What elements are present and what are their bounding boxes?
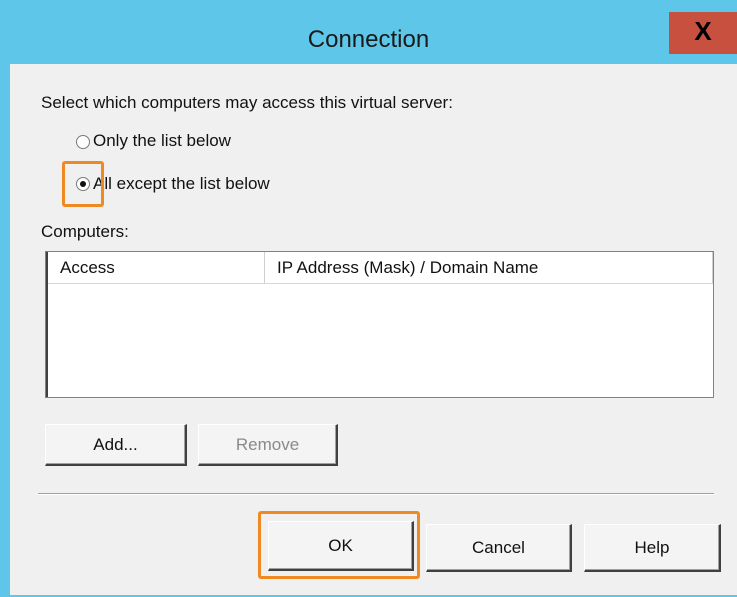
remove-button: Remove — [198, 424, 338, 466]
cancel-button[interactable]: Cancel — [426, 524, 572, 572]
close-button[interactable]: X — [669, 12, 737, 54]
computers-list[interactable]: Access IP Address (Mask) / Domain Name — [45, 251, 714, 398]
radio-only-list-label[interactable]: Only the list below — [93, 131, 231, 151]
dialog-title: Connection — [307, 26, 430, 53]
access-prompt: Select which computers may access this v… — [41, 93, 453, 112]
radio-only-list[interactable] — [76, 135, 90, 149]
ok-highlight-box — [258, 511, 420, 579]
column-header-access[interactable]: Access — [48, 252, 265, 284]
connection-dialog: Connection X Select which computers may … — [0, 0, 737, 597]
radio-all-except-list-label[interactable]: All except the list below — [93, 174, 270, 194]
separator-line — [38, 493, 714, 495]
column-header-ip-address[interactable]: IP Address (Mask) / Domain Name — [265, 252, 713, 284]
title-bar[interactable]: Connection X — [0, 0, 737, 64]
computers-label: Computers: — [41, 222, 129, 241]
add-button[interactable]: Add... — [45, 424, 187, 466]
help-button[interactable]: Help — [584, 524, 721, 572]
radio-highlight-box — [62, 161, 104, 207]
